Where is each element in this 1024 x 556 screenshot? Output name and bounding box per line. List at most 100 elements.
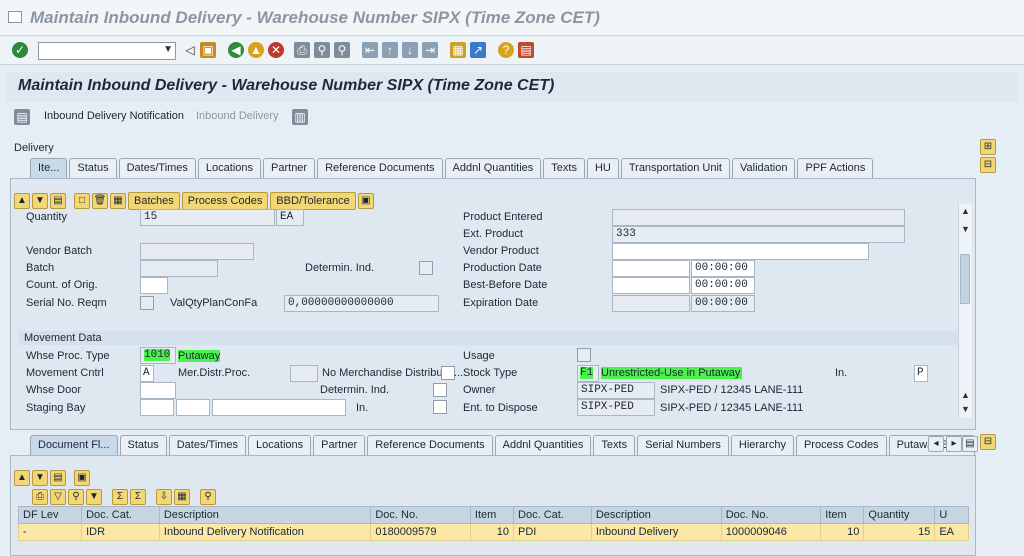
delete-icon[interactable]: 🗑 (92, 193, 108, 209)
owner-field[interactable]: SIPX-PED (577, 382, 655, 399)
cancel-icon[interactable]: ✕ (268, 42, 284, 58)
document-icon[interactable]: ▤ (14, 109, 30, 125)
batch-field[interactable] (140, 260, 218, 277)
shortcut-icon[interactable]: ↗ (470, 42, 486, 58)
back-arrow-icon[interactable]: ◁ (182, 42, 198, 58)
item-tab-3[interactable]: Locations (197, 158, 262, 178)
stock-type-field[interactable]: F1 (577, 365, 599, 382)
column-header[interactable]: Item (469, 506, 515, 524)
scroll-up-icon[interactable]: ▲ (14, 193, 30, 209)
print-list-icon[interactable]: ⎙ (32, 489, 48, 505)
doc-tab-1[interactable]: Status (119, 435, 167, 455)
column-header[interactable]: Doc. Cat. (513, 506, 592, 524)
column-header[interactable]: U (934, 506, 969, 524)
inbound-delivery-button[interactable]: Inbound Delivery (196, 110, 279, 122)
list-icon[interactable]: ▤ (50, 193, 66, 209)
ext-product-field[interactable]: 333 (612, 226, 905, 243)
serial-no-checkbox[interactable] (140, 296, 154, 310)
quantity-field[interactable]: 15 (140, 209, 275, 226)
batches-button[interactable]: Batches (128, 192, 180, 210)
window-menu-icon[interactable] (8, 11, 22, 23)
doc-tab-8[interactable]: Serial Numbers (637, 435, 729, 455)
scroll-up-arrow-icon[interactable]: ▲ (961, 206, 970, 216)
more-icon[interactable]: ▣ (357, 193, 374, 209)
item-tab-7[interactable]: Texts (543, 158, 585, 178)
doc-list-icon[interactable]: ▤ (50, 470, 66, 486)
set-filter-icon[interactable]: ▼ (86, 489, 102, 505)
export-icon[interactable]: ⇩ (156, 489, 172, 505)
filter-icon[interactable]: ▽ (50, 489, 66, 505)
expiration-date-field[interactable] (612, 295, 690, 312)
scroll-down-bottom-arrow-icon[interactable]: ▼ (961, 404, 970, 414)
mer-distr-proc-field[interactable] (290, 365, 318, 382)
save-icon[interactable]: ▣ (200, 42, 216, 58)
column-header[interactable]: Description (590, 506, 722, 524)
usage-checkbox[interactable] (577, 348, 591, 362)
production-date-field[interactable] (612, 260, 690, 277)
tab-list-icon[interactable]: ▤ (962, 436, 978, 452)
inbound-delivery-notification-button[interactable]: Inbound Delivery Notification (44, 110, 184, 122)
doc-tab-6[interactable]: Addnl Quantities (494, 435, 592, 455)
first-page-icon[interactable]: ⇤ (362, 42, 378, 58)
doc-scroll-down-icon[interactable]: ▼ (32, 470, 48, 486)
vendor-batch-field[interactable] (140, 243, 254, 260)
item-tab-10[interactable]: Validation (731, 158, 796, 178)
collapse-icon[interactable]: ⊟ (980, 157, 996, 173)
table-row[interactable]: - IDR Inbound Delivery Notification 0180009… (17, 523, 969, 541)
no-merchandise-checkbox[interactable] (441, 366, 455, 380)
scroll-down-arrow-icon[interactable]: ▼ (961, 224, 970, 234)
determin-ind-checkbox[interactable] (419, 261, 433, 275)
item-tab-4[interactable]: Partner (263, 158, 316, 178)
expand-icon[interactable]: ⊞ (980, 139, 996, 155)
staging-in-checkbox[interactable] (433, 400, 447, 414)
tab-scroll-left-icon[interactable]: ◂ (928, 436, 944, 452)
item-tab-5[interactable]: Reference Documents (317, 158, 443, 178)
scroll-thumb[interactable] (960, 254, 970, 304)
previous-page-icon[interactable]: ↑ (382, 42, 398, 58)
sum-icon[interactable]: Σ (112, 489, 128, 505)
back-icon[interactable]: ◀ (228, 42, 244, 58)
item-tab-8[interactable]: HU (586, 158, 619, 178)
staging-bay-field-1[interactable] (140, 399, 174, 416)
help-icon[interactable]: ? (498, 42, 514, 58)
valqty-field[interactable]: 0,00000000000000 (284, 295, 439, 312)
doc-panel-collapse-icon[interactable]: ⊟ (980, 434, 996, 450)
column-header[interactable]: Doc. No. (370, 506, 471, 524)
item-scrollbar[interactable]: ▲ ▼ ▲ ▼ (958, 204, 972, 418)
best-before-date-field[interactable] (612, 277, 690, 294)
last-page-icon[interactable]: ⇥ (422, 42, 438, 58)
grid-icon[interactable]: ▦ (110, 193, 126, 209)
tab-scroll-right-icon[interactable]: ▸ (946, 436, 962, 452)
item-tab-0[interactable]: Ite... (30, 158, 68, 178)
column-header[interactable]: Item (820, 506, 865, 524)
new-item-icon[interactable]: □ (74, 193, 90, 209)
item-tab-11[interactable]: PPF Actions (797, 158, 874, 178)
scroll-up-bottom-arrow-icon[interactable]: ▲ (961, 390, 970, 400)
ent-dispose-field[interactable]: SIPX-PED (577, 399, 655, 416)
find-list-icon[interactable]: ⚲ (68, 489, 84, 505)
in-field[interactable]: P (914, 365, 928, 382)
next-page-icon[interactable]: ↓ (402, 42, 418, 58)
item-tab-6[interactable]: Addnl Quantities (444, 158, 542, 178)
item-tab-9[interactable]: Transportation Unit (620, 158, 730, 178)
item-tab-1[interactable]: Status (69, 158, 117, 178)
staging-bay-field-2[interactable] (176, 399, 210, 416)
expiration-time-field[interactable]: 00:00:00 (691, 295, 755, 312)
display-icon[interactable]: ⚲ (200, 489, 216, 505)
column-header[interactable]: Quantity (863, 506, 936, 524)
column-header[interactable]: Doc. Cat. (81, 506, 160, 524)
doc-tab-5[interactable]: Reference Documents (367, 435, 493, 455)
column-header[interactable]: Description (158, 506, 372, 524)
whse-door-field[interactable] (140, 382, 176, 399)
movement-determin-ind-checkbox[interactable] (433, 383, 447, 397)
quantity-uom-field[interactable]: EA (276, 209, 304, 226)
doc-detail-icon[interactable]: ▣ (74, 470, 90, 486)
chevron-down-icon[interactable]: ▼ (163, 44, 173, 55)
customize-layout-icon[interactable]: ▤ (518, 42, 534, 58)
doc-tab-3[interactable]: Locations (248, 435, 312, 455)
doc-scroll-up-icon[interactable]: ▲ (14, 470, 30, 486)
column-header[interactable]: DF Lev (17, 506, 83, 524)
staging-bay-field-3[interactable] (212, 399, 346, 416)
best-before-time-field[interactable]: 00:00:00 (691, 277, 755, 294)
exit-icon[interactable]: ▲ (248, 42, 264, 58)
